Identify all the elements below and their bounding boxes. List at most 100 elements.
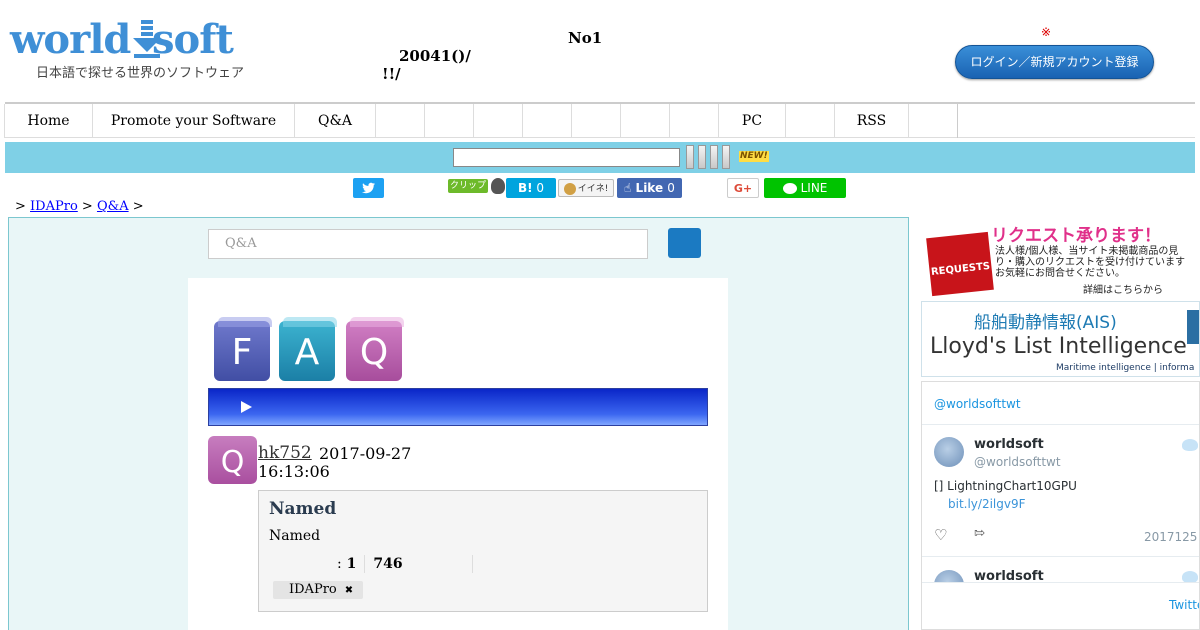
thumbs-up-icon: ☝: [624, 181, 632, 195]
nav-pc[interactable]: PC: [718, 104, 786, 138]
nav-item-8[interactable]: [571, 104, 621, 138]
stat-views: 746: [365, 555, 474, 573]
search-button-4[interactable]: [722, 145, 730, 169]
ad1-line: お気軽にお問合せください。: [995, 268, 1125, 279]
login-register-button[interactable]: ログイン／新規アカウント登録: [955, 45, 1154, 79]
main-content: Q&A F A Q Q hk752 2017-09-27 16:13:06 Na…: [8, 217, 909, 630]
question-stats: : 1 746: [329, 555, 474, 573]
ad2-subtitle: Maritime intelligence | informa: [1056, 363, 1195, 373]
google-plus-button[interactable]: G+: [727, 178, 759, 198]
question-time: 16:13:06: [258, 462, 330, 481]
question-icon: Q: [208, 436, 257, 484]
twitter-bird-icon[interactable]: [1182, 439, 1198, 451]
faq-cube-a: A: [279, 317, 337, 381]
request-banner-ad[interactable]: REQUESTS リクエスト承ります！ 法人様/個人様、当サイト未掲載商品の見 …: [921, 219, 1200, 297]
avatar[interactable]: [934, 437, 964, 467]
facebook-like-button[interactable]: ☝ Like 0: [617, 178, 682, 198]
nav-item-9[interactable]: [620, 104, 670, 138]
nav-home[interactable]: Home: [4, 104, 93, 138]
header-text-line1: 20041()/: [399, 47, 471, 65]
tweet-link[interactable]: bit.ly/2ilgv9F: [948, 497, 1026, 511]
qa-search-button[interactable]: [668, 228, 701, 258]
logo-tagline: 日本語で探せる世界のソフトウェア: [36, 66, 245, 81]
search-button-3[interactable]: [710, 145, 718, 169]
ad1-details-link[interactable]: 詳細はこちらから: [1083, 281, 1163, 296]
line-share-button[interactable]: LINE: [764, 178, 846, 198]
ad1-title: リクエスト承ります！: [991, 226, 1161, 246]
clip-button[interactable]: クリップ: [448, 179, 488, 193]
mixi-icon: [563, 182, 576, 195]
twitter-timeline-handle[interactable]: @worldsofttwt: [934, 397, 1021, 411]
breadcrumb-link-qa[interactable]: Q&A: [97, 199, 129, 214]
new-badge: NEW!: [739, 151, 769, 162]
faq-letter: Q: [359, 332, 389, 373]
ad1-line: り・購入のリクエストを受け付けています: [995, 257, 1185, 268]
breadcrumb: > IDAPro > Q&A >: [15, 199, 144, 214]
site-search-bar: NEW!: [5, 142, 1195, 173]
logo-soft-text: soft: [152, 16, 234, 63]
twitter-timeline-widget: @worldsofttwt worldsoft @worldsofttwt []…: [921, 381, 1200, 630]
informa-cube-icon: [1187, 310, 1199, 344]
breadcrumb-link-idapro[interactable]: IDAPro: [30, 199, 78, 214]
twitter-bird-icon: [361, 182, 375, 194]
nav-item-6[interactable]: [473, 104, 523, 138]
requests-box-image: REQUESTS: [926, 231, 994, 297]
ad2-english-title: Lloyd's List Intelligence: [930, 334, 1187, 359]
nav-item-10[interactable]: [669, 104, 719, 138]
stat-answers: : 1: [329, 555, 366, 573]
divider: [922, 424, 1199, 425]
lloyds-list-ad[interactable]: 船舶動静情報(AIS) Lloyd's List Intelligence Ma…: [921, 301, 1200, 377]
view-on-twitter-link[interactable]: Twitte: [1169, 598, 1199, 612]
evernote-icon[interactable]: [491, 178, 505, 194]
faq-letter: F: [231, 332, 253, 373]
question-author-link[interactable]: hk752: [258, 443, 312, 463]
hatena-label: B!: [517, 181, 533, 195]
qa-search-input[interactable]: Q&A: [208, 229, 648, 259]
cube-top: [283, 317, 337, 327]
nav-qa[interactable]: Q&A: [294, 104, 376, 138]
header-note-mark: ※: [1041, 25, 1052, 39]
faq-header-bar[interactable]: [208, 388, 708, 426]
line-label: LINE: [800, 181, 828, 195]
question-title[interactable]: Named: [269, 499, 336, 519]
ad1-line: 法人様/個人様、当サイト未掲載商品の見: [995, 246, 1179, 257]
tweet-date[interactable]: 2017125: [1144, 530, 1197, 544]
close-icon[interactable]: ✖: [345, 585, 353, 596]
stat-answer-count: 1: [346, 556, 357, 572]
nav-item-12[interactable]: [785, 104, 835, 138]
search-button-2[interactable]: [698, 145, 706, 169]
header-text-line2: !!/: [382, 65, 401, 83]
nav-item-4[interactable]: [375, 104, 425, 138]
question-box: Named Named : 1 746 IDAPro ✖: [258, 490, 708, 612]
play-icon: [241, 401, 252, 413]
mixi-like-button[interactable]: イイネ!: [558, 179, 614, 197]
site-search-input[interactable]: [453, 148, 680, 167]
line-icon: [782, 183, 797, 194]
breadcrumb-sep: >: [15, 199, 26, 214]
fb-like-label: Like: [635, 181, 664, 195]
cube-top: [350, 317, 404, 327]
nav-item-7[interactable]: [522, 104, 572, 138]
tweet-author-handle[interactable]: @worldsofttwt: [974, 455, 1061, 469]
heart-icon[interactable]: ♡: [934, 526, 947, 544]
faq-letter: A: [294, 332, 320, 373]
tag-idapro[interactable]: IDAPro ✖: [273, 581, 364, 599]
nav-rss[interactable]: RSS: [834, 104, 909, 138]
header-headline: No1: [568, 29, 603, 47]
qa-card: F A Q Q hk752 2017-09-27 16:13:06 Named …: [188, 278, 728, 630]
nav-item-14[interactable]: [908, 104, 958, 138]
twitter-share-button[interactable]: [353, 178, 384, 198]
fb-like-count: 0: [667, 181, 675, 195]
faq-cube-f: F: [214, 317, 272, 381]
logo-world-text: world: [10, 16, 131, 63]
nav-item-5[interactable]: [424, 104, 474, 138]
hatena-count: 0: [536, 181, 545, 195]
share-icon[interactable]: ⇰: [974, 526, 985, 541]
hatena-bookmark-button[interactable]: B! 0: [506, 178, 556, 198]
search-button-1[interactable]: [686, 145, 694, 169]
site-logo[interactable]: world soft 日本語で探せる世界のソフトウェア: [10, 18, 250, 82]
ad1-text: 法人様/個人様、当サイト未掲載商品の見 り・購入のリクエストを受け付けています …: [995, 246, 1185, 279]
nav-promote[interactable]: Promote your Software: [92, 104, 295, 138]
mixi-label: イイネ!: [577, 184, 609, 194]
tweet-author-name[interactable]: worldsoft: [974, 437, 1044, 452]
